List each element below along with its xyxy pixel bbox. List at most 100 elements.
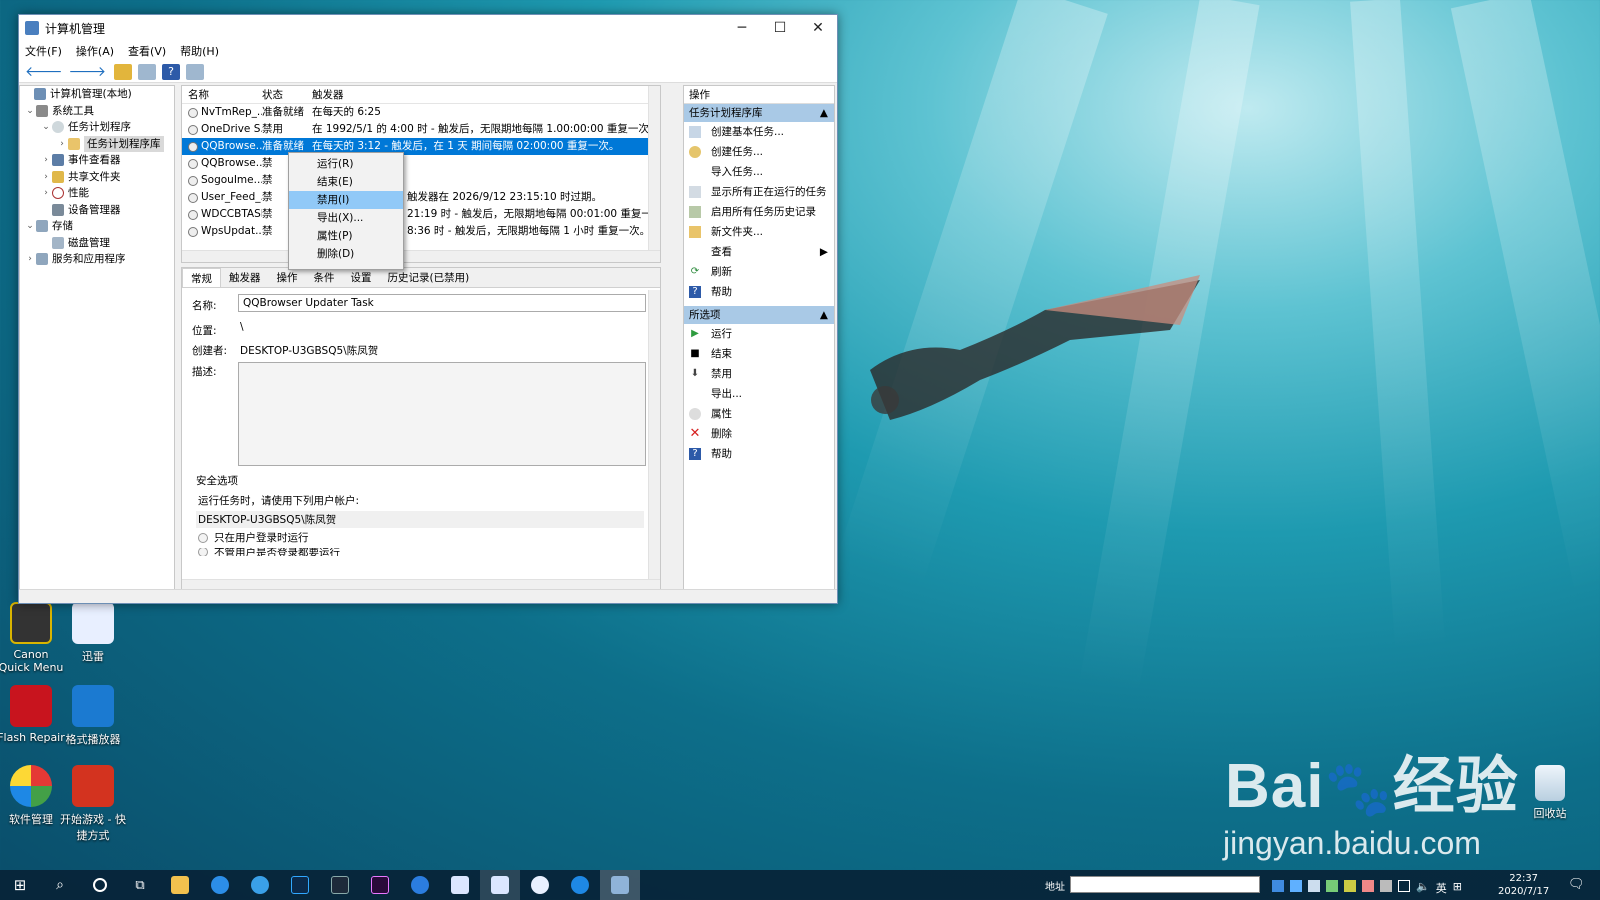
task-row[interactable]: NvTmRep_... 准备就绪 在每天的 6:25 (182, 104, 660, 121)
tray-shield-icon[interactable] (1290, 880, 1302, 892)
tab-general[interactable]: 常规 (182, 268, 221, 287)
context-properties[interactable]: 属性(P) (289, 227, 403, 245)
search-button[interactable]: ⌕ (40, 870, 80, 900)
tree-item-storage[interactable]: ⌄ 存储 (20, 218, 174, 235)
action-help[interactable]: ? 帮助 (684, 282, 834, 302)
action-delete[interactable]: ✕ 删除 (684, 424, 834, 444)
tray-app-icon[interactable] (1362, 880, 1374, 892)
tree-item-device-manager[interactable]: 设备管理器 (20, 202, 174, 219)
context-export[interactable]: 导出(X)... (289, 209, 403, 227)
taskbar-app-flower[interactable] (520, 870, 560, 900)
show-hide-tree-icon[interactable] (138, 63, 157, 80)
action-run[interactable]: ▶ 运行 (684, 324, 834, 344)
chevron-down-icon[interactable]: ⌄ (24, 218, 36, 235)
maximize-button[interactable]: ☐ (761, 15, 799, 41)
task-list-horizontal-scrollbar[interactable] (182, 250, 660, 262)
column-header-status[interactable]: 状态 (262, 86, 312, 103)
desktop-icon-player[interactable]: 格式播放器 (58, 685, 128, 747)
taskbar-app-blue[interactable] (400, 870, 440, 900)
action-view[interactable]: 查看 ▶ (684, 242, 834, 262)
tree-item-performance[interactable]: › 性能 (20, 185, 174, 202)
actions-section-selected[interactable]: 所选项 ▲ (684, 306, 834, 324)
chevron-right-icon[interactable]: › (40, 169, 52, 186)
chevron-right-icon[interactable]: › (24, 251, 36, 268)
desktop-icon-software[interactable]: 软件管理 (0, 765, 66, 827)
desktop-icon-flash-repair[interactable]: Flash Repair (0, 685, 66, 744)
action-create-task[interactable]: 创建任务... (684, 142, 834, 162)
taskbar-clock[interactable]: 22:37 2020/7/17 (1498, 872, 1549, 898)
chevron-right-icon[interactable]: › (40, 185, 52, 202)
tree-item-event-viewer[interactable]: › 事件查看器 (20, 152, 174, 169)
detail-vertical-scrollbar[interactable] (648, 290, 660, 590)
taskbar-explorer[interactable] (160, 870, 200, 900)
tray-app-icon[interactable] (1308, 880, 1320, 892)
help-icon[interactable]: ? (162, 63, 181, 80)
chevron-down-icon[interactable]: ⌄ (24, 103, 36, 120)
task-row[interactable]: OneDrive S...禁用 在 1992/5/1 的 4:00 时 - 触发后… (182, 121, 660, 138)
collapse-up-icon[interactable]: ▲ (820, 306, 828, 324)
tab-history[interactable]: 历史记录(已禁用) (380, 268, 478, 287)
taskbar-photoshop[interactable] (280, 870, 320, 900)
tray-volume-icon[interactable]: 🔈 (1416, 880, 1430, 896)
desktop-icon-xunlei[interactable]: 迅雷 (58, 602, 128, 664)
address-input[interactable] (1070, 876, 1260, 893)
menu-help[interactable]: 帮助(H) (180, 43, 219, 59)
action-import-task[interactable]: 导入任务... (684, 162, 834, 182)
context-end[interactable]: 结束(E) (289, 173, 403, 191)
tree-item-task-scheduler-library[interactable]: › 任务计划程序库 (20, 135, 174, 153)
menu-action[interactable]: 操作(A) (76, 43, 114, 59)
forward-icon[interactable]: 🡒 (69, 63, 107, 80)
radio-whether-logged-on[interactable]: 不管用户是否登录都要运行 (198, 548, 340, 556)
notification-icon[interactable]: 🗨 (1568, 877, 1585, 892)
taskbar-edge[interactable] (240, 870, 280, 900)
actions-section-library[interactable]: 任务计划程序库 ▲ (684, 104, 834, 122)
action-create-basic-task[interactable]: 创建基本任务... (684, 122, 834, 142)
description-field[interactable] (238, 362, 646, 466)
taskbar-browser[interactable] (560, 870, 600, 900)
tray-app-icon[interactable] (1380, 880, 1392, 892)
tree-item-system-tools[interactable]: ⌄ 系统工具 (20, 103, 174, 120)
column-header-name[interactable]: 名称 (182, 86, 262, 103)
tab-conditions[interactable]: 条件 (306, 268, 343, 287)
tray-network-icon[interactable] (1272, 880, 1284, 892)
action-properties[interactable]: 属性 (684, 404, 834, 424)
tree-item-services-apps[interactable]: › 服务和应用程序 (20, 251, 174, 268)
tree-item-task-scheduler[interactable]: ⌄ 任务计划程序 (20, 119, 174, 136)
radio-button-icon[interactable] (198, 532, 208, 543)
column-header-trigger[interactable]: 触发器 (312, 86, 652, 103)
cortana-button[interactable] (80, 870, 120, 900)
task-view-button[interactable]: ⧉ (120, 870, 160, 900)
tab-triggers[interactable]: 触发器 (221, 268, 269, 287)
back-icon[interactable]: 🡐 (25, 63, 63, 80)
tree-item-computer-management[interactable]: 计算机管理(本地) (20, 86, 174, 103)
task-row[interactable]: WpsUpdat... 禁 8:36 时 - 触发后，无限期地每隔 1 小时 重复一… (182, 223, 660, 240)
task-row[interactable]: QQBrowse... 禁 (182, 155, 660, 172)
taskbar-premiere[interactable] (360, 870, 400, 900)
chevron-down-icon[interactable]: ⌄ (40, 119, 52, 136)
tray-ime[interactable]: 英 (1436, 880, 1447, 896)
menu-file[interactable]: 文件(F) (25, 43, 62, 59)
desktop-icon-game[interactable]: 开始游戏 - 快捷方式 (58, 765, 128, 843)
chevron-right-icon[interactable]: › (56, 136, 68, 153)
task-row[interactable]: User_Feed_...禁触发器在 2026/9/12 23:15:10 时过… (182, 189, 660, 206)
minimize-button[interactable]: ─ (723, 15, 761, 41)
action-show-running[interactable]: 显示所有正在运行的任务 (684, 182, 834, 202)
action-disable[interactable]: ⬇ 禁用 (684, 364, 834, 384)
chevron-right-icon[interactable]: › (40, 152, 52, 169)
name-field[interactable]: QQBrowser Updater Task (238, 294, 646, 312)
action-new-folder[interactable]: 新文件夹... (684, 222, 834, 242)
taskbar-lightroom[interactable] (320, 870, 360, 900)
action-pane-icon[interactable] (186, 63, 205, 80)
taskbar-xunlei[interactable] (440, 870, 480, 900)
tab-actions[interactable]: 操作 (269, 268, 306, 287)
tray-app-icon[interactable] (1326, 880, 1338, 892)
tab-settings[interactable]: 设置 (343, 268, 380, 287)
task-row-selected[interactable]: QQBrowse... 准备就绪 在每天的 3:12 - 触发后，在 1 天 期间每… (182, 138, 660, 155)
action-refresh[interactable]: ⟳ 刷新 (684, 262, 834, 282)
up-folder-icon[interactable] (114, 63, 133, 80)
context-disable[interactable]: 禁用(I) (289, 191, 403, 209)
action-export[interactable]: 导出... (684, 384, 834, 404)
context-delete[interactable]: 删除(D) (289, 245, 403, 263)
tray-keyboard-icon[interactable]: ⊞ (1453, 880, 1462, 896)
start-button[interactable]: ⊞ (0, 870, 40, 900)
